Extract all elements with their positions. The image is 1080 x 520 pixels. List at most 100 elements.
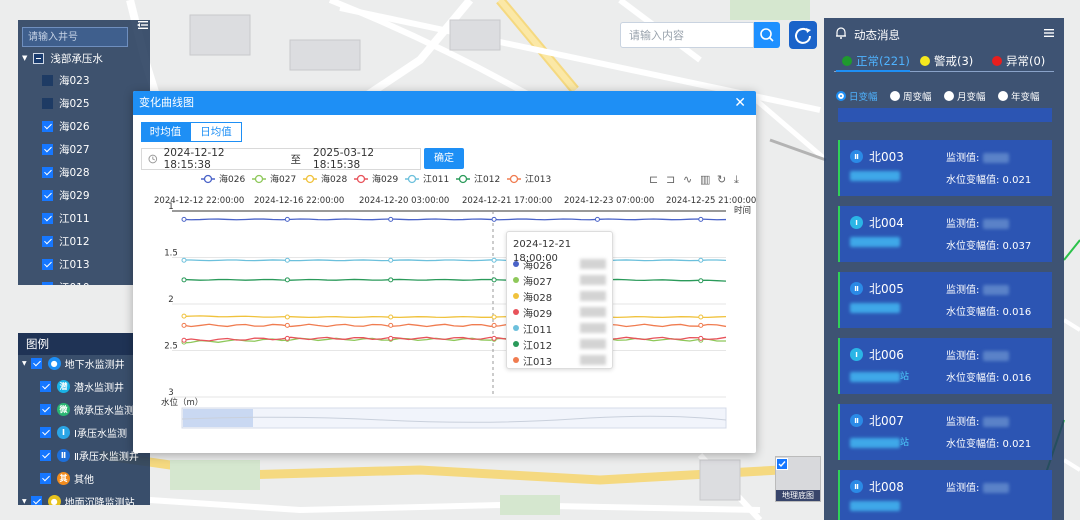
date-range-picker[interactable]: 2024-12-12 18:15:38 至 2025-03-12 18:15:3… — [141, 147, 421, 171]
search-button[interactable] — [754, 22, 780, 48]
tree-item[interactable]: 海029 — [42, 185, 90, 205]
chart-legend-item[interactable]: 海027 — [252, 173, 296, 185]
station-card[interactable]: Ⅰ 北006 监测值: 水位变幅值: 0.016 站 — [838, 338, 1052, 394]
radio-circle[interactable] — [890, 91, 900, 101]
series-point[interactable] — [698, 322, 704, 328]
tree-item[interactable]: 海025 — [42, 93, 90, 113]
basemap-checkbox[interactable] — [776, 458, 788, 470]
legend-checkbox[interactable] — [40, 403, 51, 415]
tree-item[interactable]: 海023 — [42, 70, 90, 90]
tree-item-checkbox[interactable] — [42, 166, 53, 178]
series-point[interactable] — [698, 335, 704, 341]
tree-item-checkbox[interactable] — [42, 143, 53, 155]
tree-group-row[interactable]: ▼ 浅部承压水 — [22, 48, 103, 68]
expand-arrow-icon[interactable]: ▼ — [22, 498, 27, 505]
radio-circle[interactable] — [836, 91, 846, 101]
tab-daily[interactable]: 日均值 — [190, 122, 242, 142]
close-icon[interactable]: ✕ — [734, 91, 746, 115]
series-point[interactable] — [698, 314, 704, 320]
tree-item-checkbox[interactable] — [42, 97, 53, 109]
chart-legend-item[interactable]: 江013 — [507, 174, 551, 185]
date-start[interactable]: 2024-12-12 18:15:38 — [164, 147, 271, 171]
legend-item[interactable]: Ⅱ Ⅱ承压水监测井 — [40, 445, 139, 465]
series-line[interactable] — [181, 259, 727, 262]
series-line[interactable] — [181, 278, 727, 282]
date-end[interactable]: 2025-03-12 18:15:38 — [313, 147, 420, 171]
series-point[interactable] — [388, 314, 394, 320]
tree-item-checkbox[interactable] — [42, 258, 53, 270]
series-point[interactable] — [491, 335, 497, 341]
legend-checkbox[interactable] — [30, 495, 42, 505]
tree-item[interactable]: 海028 — [42, 162, 90, 182]
collapse-panel-icon[interactable] — [136, 20, 150, 35]
series-point[interactable] — [181, 337, 187, 343]
legend-item[interactable]: 其其他 — [40, 468, 94, 488]
legend-item[interactable]: ▼ ● 地面沉降监测站 — [22, 491, 135, 505]
range-radio[interactable]: 年变幅 — [998, 89, 1040, 103]
series-point[interactable] — [284, 257, 290, 263]
restore-icon[interactable]: ↻ — [717, 173, 726, 186]
station-card[interactable]: Ⅱ 北007 监测值: 水位变幅值: 0.021 站 — [838, 404, 1052, 460]
series-point[interactable] — [491, 216, 497, 222]
line-chart-icon[interactable]: ∿ — [683, 173, 692, 186]
station-card[interactable]: Ⅱ 北008 监测值: — [838, 470, 1052, 520]
station-card[interactable]: Ⅰ 北004 监测值: 水位变幅值: 0.037 — [838, 206, 1052, 262]
radio-circle[interactable] — [944, 91, 954, 101]
series-point[interactable] — [181, 216, 187, 222]
crop-back-icon[interactable]: ⊐ — [666, 173, 675, 186]
status-count[interactable]: 正常(221) — [842, 53, 910, 69]
series-point[interactable] — [491, 314, 497, 320]
tree-item-checkbox[interactable] — [42, 281, 53, 285]
basemap-toggle[interactable]: 地理底图 — [775, 456, 821, 502]
status-count[interactable]: 异常(0) — [992, 53, 1045, 69]
search-input[interactable] — [620, 22, 754, 48]
series-point[interactable] — [388, 257, 394, 263]
series-point[interactable] — [698, 278, 704, 284]
group-checkbox[interactable] — [33, 52, 45, 64]
series-point[interactable] — [491, 257, 497, 263]
legend-checkbox[interactable] — [40, 472, 51, 484]
tree-item-checkbox[interactable] — [42, 212, 53, 224]
confirm-button[interactable]: 确定 — [424, 148, 464, 169]
series-point[interactable] — [388, 322, 394, 328]
legend-checkbox[interactable] — [40, 426, 51, 438]
tree-item-checkbox[interactable] — [42, 120, 53, 132]
series-point[interactable] — [181, 322, 187, 328]
bar-chart-icon[interactable]: ▥ — [700, 173, 710, 186]
legend-item[interactable]: Ⅰ Ⅰ承压水监测 — [40, 422, 127, 442]
series-point[interactable] — [284, 277, 290, 283]
range-radio[interactable]: 周变幅 — [890, 89, 932, 103]
chart-legend-item[interactable]: 海029 — [354, 173, 398, 185]
legend-checkbox[interactable] — [30, 357, 42, 369]
series-point[interactable] — [698, 216, 704, 222]
series-line[interactable] — [181, 315, 727, 319]
refresh-button[interactable] — [789, 21, 817, 49]
zoom-slider[interactable] — [181, 407, 727, 429]
tree-item[interactable]: 江010 — [42, 277, 90, 285]
tree-item[interactable]: 江013 — [42, 254, 90, 274]
series-point[interactable] — [388, 277, 394, 283]
chart-legend-item[interactable]: 江012 — [456, 174, 500, 185]
series-point[interactable] — [181, 313, 187, 319]
tree-item[interactable]: 江012 — [42, 231, 90, 251]
series-point[interactable] — [388, 335, 394, 341]
legend-checkbox[interactable] — [40, 449, 51, 461]
status-count[interactable]: 警戒(3) — [920, 53, 973, 69]
tree-item-checkbox[interactable] — [42, 235, 53, 247]
legend-item[interactable]: ▼ ● 地下水监测井 — [22, 353, 125, 373]
series-point[interactable] — [284, 314, 290, 320]
series-point[interactable] — [284, 322, 290, 328]
chart-legend-item[interactable]: 海028 — [303, 173, 347, 185]
tree-item[interactable]: 海026 — [42, 116, 90, 136]
legend-item[interactable]: 微微承压水监测 — [40, 399, 134, 419]
series-point[interactable] — [181, 277, 187, 283]
station-card[interactable]: Ⅱ 北005 监测值: 水位变幅值: 0.016 — [838, 272, 1052, 328]
tree-item[interactable]: 海027 — [42, 139, 90, 159]
download-icon[interactable]: ⤓ — [734, 173, 739, 186]
tab-hourly[interactable]: 时均值 — [141, 122, 190, 142]
series-point[interactable] — [698, 257, 704, 263]
well-search-input[interactable] — [22, 27, 128, 47]
series-point[interactable] — [181, 257, 187, 263]
series-point[interactable] — [284, 216, 290, 222]
series-line[interactable] — [181, 218, 727, 221]
